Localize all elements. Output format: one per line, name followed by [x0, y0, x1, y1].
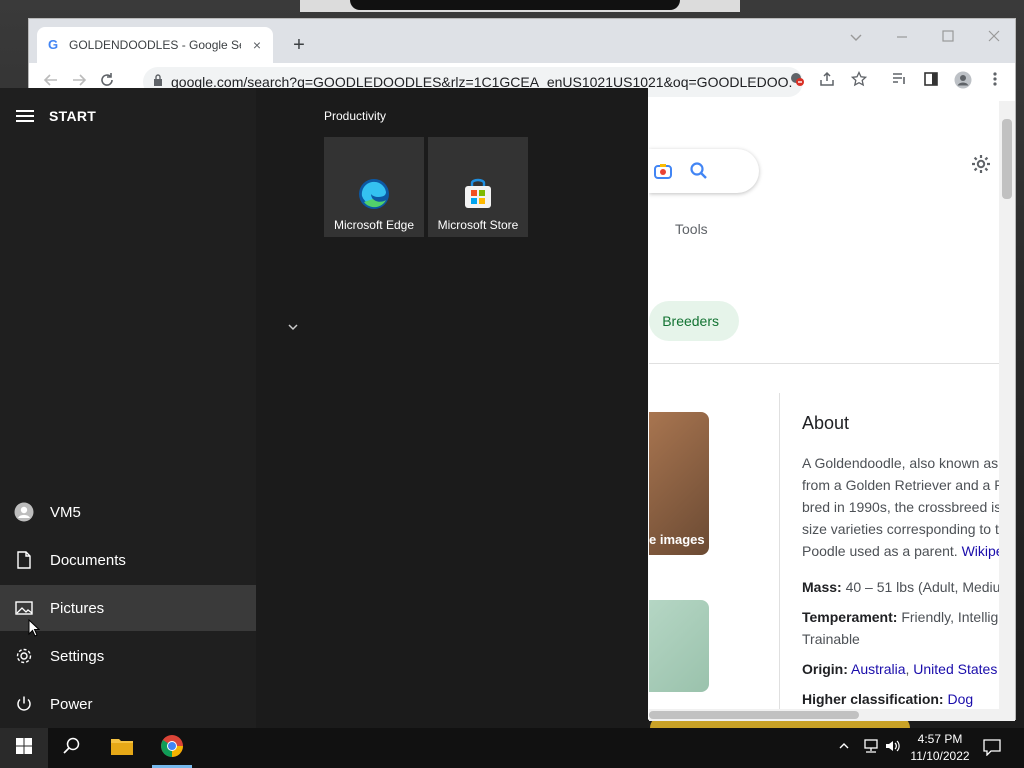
- fact-label: Mass:: [802, 579, 842, 595]
- tile-label: Microsoft Store: [437, 218, 519, 232]
- camera-icon[interactable]: [653, 161, 673, 186]
- wikipedia-link[interactable]: Wikipedia: [962, 543, 999, 559]
- fact-mass: Mass: 40 – 51 lbs (Adult, Medium siz: [802, 579, 999, 595]
- start-item-label: VM5: [50, 503, 81, 521]
- start-item-label: Power: [50, 695, 93, 713]
- share-icon[interactable]: [815, 71, 839, 91]
- fact-value-cont: Trainable: [802, 631, 860, 647]
- star-icon[interactable]: [847, 70, 871, 91]
- more-images-link[interactable]: e images: [649, 532, 705, 547]
- power-icon: [14, 694, 34, 714]
- start-item-label: Settings: [50, 647, 105, 665]
- search-results-page: Tools Breeders e images About A Goldendo…: [649, 101, 999, 709]
- dog-image-1[interactable]: e images: [649, 412, 709, 555]
- tab-close-button[interactable]: ×: [249, 37, 265, 53]
- mouse-cursor-icon: [28, 618, 41, 642]
- new-tab-button[interactable]: +: [287, 33, 311, 57]
- document-icon: [14, 550, 34, 570]
- chrome-icon: [160, 734, 184, 763]
- start-item-documents[interactable]: Documents: [0, 537, 256, 583]
- pictures-icon: [14, 598, 34, 618]
- about-heading: About: [802, 413, 850, 433]
- start-button[interactable]: [0, 728, 48, 768]
- store-icon: [462, 178, 494, 210]
- panel-divider: [779, 393, 780, 709]
- about-line: bred in 1990s, the crossbreed is bre: [802, 499, 999, 515]
- tile-group-heading: Productivity: [324, 109, 387, 123]
- reading-list-icon[interactable]: [887, 71, 911, 91]
- tools-button[interactable]: Tools: [675, 221, 708, 237]
- fact-label: Temperament:: [802, 609, 898, 625]
- taskbar-search-button[interactable]: [48, 728, 96, 768]
- vertical-scroll-thumb[interactable]: [1002, 119, 1012, 199]
- tile-microsoft-edge[interactable]: Microsoft Edge: [324, 137, 424, 237]
- tab-title: GOLDENDOODLES - Google Sea: [69, 38, 241, 52]
- fact-label: Origin:: [802, 661, 848, 677]
- search-box-end[interactable]: [649, 149, 759, 193]
- notification-icon[interactable]: [983, 738, 1001, 759]
- start-item-power[interactable]: Power: [0, 681, 256, 727]
- side-panel-icon[interactable]: [919, 71, 943, 91]
- tab-search-button[interactable]: [833, 25, 879, 49]
- wallpaper-shape: [350, 0, 680, 10]
- filter-chip-breeders[interactable]: Breeders: [649, 301, 739, 341]
- taskbar-file-explorer[interactable]: [98, 728, 146, 768]
- divider: [649, 363, 999, 364]
- folder-icon: [110, 736, 134, 761]
- clock-time: 4:57 PM: [917, 732, 963, 746]
- browser-tab[interactable]: G GOLDENDOODLES - Google Sea ×: [37, 27, 273, 63]
- dog-image-2[interactable]: [649, 600, 709, 692]
- search-icon[interactable]: [689, 161, 709, 186]
- profile-icon[interactable]: [951, 71, 975, 93]
- maximize-button[interactable]: [925, 25, 971, 49]
- classification-link[interactable]: Dog: [947, 691, 973, 707]
- menu-icon[interactable]: [983, 71, 1007, 91]
- about-text: A Goldendoodle, also known as the I from…: [802, 452, 999, 562]
- windows-logo-icon: [15, 737, 33, 760]
- google-favicon-icon: G: [47, 37, 59, 52]
- origin-link-australia[interactable]: Australia: [851, 661, 905, 677]
- search-icon: [63, 737, 81, 760]
- about-line: Poodle used as a parent.: [802, 543, 958, 559]
- about-line: size varieties corresponding to the si: [802, 521, 999, 537]
- fact-temperament: Temperament: Friendly, Intelligent, E: [802, 609, 999, 625]
- taskbar-clock[interactable]: 4:57 PM 11/10/2022: [908, 731, 972, 765]
- settings-gear-icon[interactable]: [967, 153, 995, 181]
- user-icon: [14, 502, 34, 522]
- origin-link-us[interactable]: United States: [913, 661, 997, 677]
- fact-value: 40 – 51 lbs (Adult, Medium siz: [845, 579, 999, 595]
- fact-origin: Origin: Australia, United States: [802, 661, 997, 677]
- edge-icon: [358, 178, 390, 210]
- tile-microsoft-store[interactable]: Microsoft Store: [428, 137, 528, 237]
- volume-icon[interactable]: [884, 738, 902, 757]
- fact-value: Friendly, Intelligent, E: [901, 609, 999, 625]
- tile-label: Microsoft Edge: [333, 218, 415, 232]
- start-item-label: Pictures: [50, 599, 105, 617]
- start-item-user[interactable]: VM5: [0, 489, 256, 535]
- clock-date: 11/10/2022: [910, 749, 970, 763]
- about-line: from a Golden Retriever and a Pood: [802, 477, 999, 493]
- fact-label: Higher classification:: [802, 691, 944, 707]
- horizontal-scroll-thumb[interactable]: [649, 711, 859, 719]
- chevron-down-icon[interactable]: [287, 320, 299, 334]
- taskbar-chrome[interactable]: [148, 728, 196, 768]
- hamburger-menu-icon[interactable]: [16, 107, 34, 125]
- network-icon[interactable]: [862, 738, 880, 757]
- start-item-label: Documents: [50, 551, 126, 569]
- minimize-button[interactable]: [879, 25, 925, 49]
- tray-overflow-chevron-icon[interactable]: [838, 738, 850, 753]
- fact-classification: Higher classification: Dog: [802, 691, 973, 707]
- gear-icon: [14, 646, 34, 666]
- start-title: START: [49, 108, 97, 124]
- about-line: A Goldendoodle, also known as the I: [802, 455, 999, 471]
- tab-strip: G GOLDENDOODLES - Google Sea × +: [29, 19, 1015, 63]
- blocked-icon[interactable]: [785, 71, 809, 91]
- close-window-button[interactable]: [971, 25, 1017, 49]
